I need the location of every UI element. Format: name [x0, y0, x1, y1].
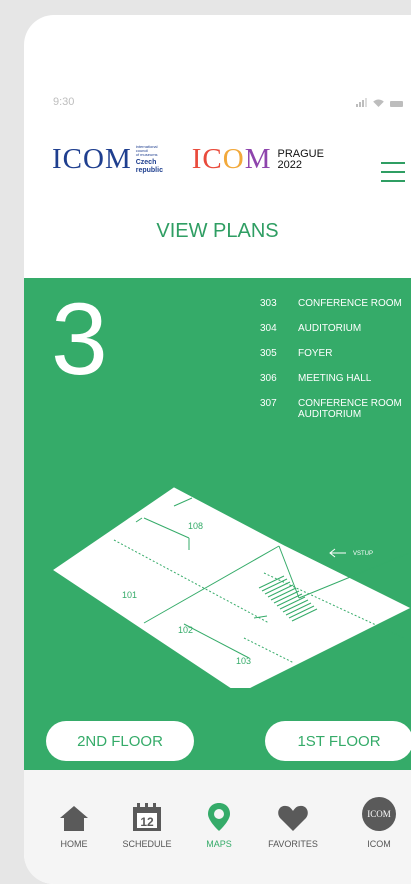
phone-screen: 9:30 ICOM international council of museu…: [24, 15, 411, 884]
wifi-icon: [373, 99, 384, 107]
nav-icom[interactable]: ICOM ICOM: [344, 797, 411, 849]
header-logos: ICOM international council of museums Cz…: [52, 143, 324, 176]
list-item[interactable]: 306 MEETING HALL: [260, 373, 411, 384]
page-title: VIEW PLANS: [156, 220, 279, 242]
nav-maps[interactable]: MAPS: [184, 803, 254, 849]
bottom-nav: HOME 12 SCHEDULE MAPS FAVORITES ICOM ICO…: [24, 770, 411, 884]
battery-icon: [390, 101, 403, 107]
icom-prague-logo: ICOM: [191, 143, 272, 175]
list-item[interactable]: 307 CONFERENCE ROOM AUDITORIUM: [260, 398, 411, 420]
heart-icon: [278, 805, 308, 831]
svg-text:ICOM: ICOM: [367, 809, 391, 819]
icom-prague-caption: PRAGUE 2022: [277, 147, 324, 171]
nav-favorites[interactable]: FAVORITES: [258, 803, 328, 849]
plan-room-label: 103: [236, 656, 251, 666]
list-item[interactable]: 303 CONFERENCE ROOM: [260, 298, 411, 309]
svg-text:VSTUP: VSTUP: [353, 551, 373, 557]
first-floor-button[interactable]: 1ST FLOOR: [265, 721, 411, 761]
nav-home[interactable]: HOME: [39, 803, 109, 849]
entrance-marker: VSTUP: [329, 548, 373, 558]
list-item[interactable]: 304 AUDITORIUM: [260, 323, 411, 334]
status-time: 9:30: [53, 96, 75, 108]
list-item[interactable]: 305 FOYER: [260, 348, 411, 359]
floor-panel: 3 303 CONFERENCE ROOM 304 AUDITORIUM 305 FO…: [24, 278, 411, 770]
icom-czech-subtitle: international council of museums Czech r…: [135, 143, 163, 174]
nav-schedule[interactable]: 12 SCHEDULE: [112, 803, 182, 849]
plan-room-label: 101: [122, 590, 137, 600]
menu-button[interactable]: [381, 162, 405, 189]
signal-icon: [356, 98, 367, 107]
second-floor-button[interactable]: 2ND FLOOR: [46, 721, 194, 761]
floor-number: 3: [51, 282, 108, 396]
status-icons: [356, 98, 403, 107]
plan-room-label: 108: [188, 521, 203, 531]
map-pin-icon: [208, 803, 230, 831]
room-list: 303 CONFERENCE ROOM 304 AUDITORIUM 305 FOYE…: [260, 298, 411, 434]
icom-czech-logo: ICOM: [52, 143, 132, 175]
plan-room-label: 102: [178, 625, 193, 635]
floor-plan-map[interactable]: 108 101 102 103 VSTUP: [24, 458, 411, 688]
calendar-icon: 12: [133, 803, 161, 831]
home-icon: [60, 806, 88, 831]
icom-icon: ICOM: [362, 797, 396, 831]
svg-text:12: 12: [140, 815, 154, 829]
